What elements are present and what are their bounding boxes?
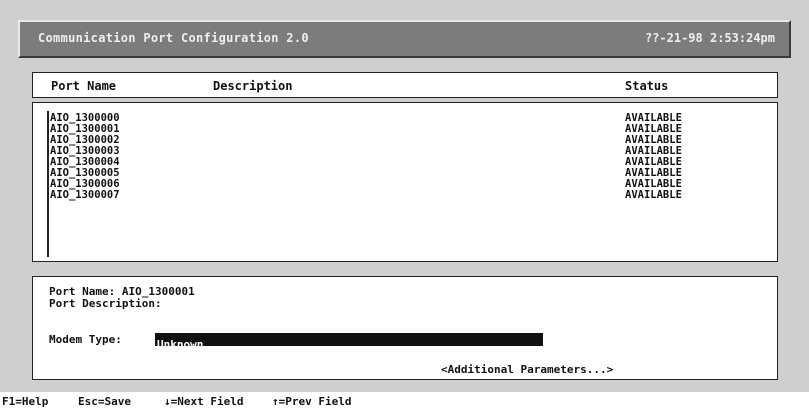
datetime-display: ??-21-98 2:53:24pm [644,31,775,45]
title-bar: Communication Port Configuration 2.0 ??-… [18,20,791,58]
port-description-field[interactable]: Port Description: [49,297,162,310]
port-list[interactable]: AIO_1300000 AVAILABLE AIO_1300001 AVAILABLE… [32,102,778,262]
esc-save-key[interactable]: Esc=Save [78,395,131,408]
additional-parameters-button[interactable]: <Additional Parameters...> [441,363,613,376]
table-row[interactable]: AIO_1300007 AVAILABLE [33,190,777,201]
modem-type-label: Modem Type: [49,333,122,346]
app-title: Communication Port Configuration 2.0 [38,31,309,45]
port-detail-form: Port Name: AIO_1300001 Port Description:… [32,276,778,380]
prev-field-key[interactable]: ↑=Prev Field [272,395,351,408]
port-name-cell: AIO_1300007 [50,189,120,201]
port-list-header: Port Name Description Status [32,72,778,98]
modem-type-input[interactable]: Unknown [155,333,543,351]
port-status-cell: AVAILABLE [625,189,682,201]
function-key-bar: F1=Help Esc=Save ↓=Next Field ↑=Prev Fie… [0,394,809,410]
column-header-status: Status [625,79,669,93]
f1-help-key[interactable]: F1=Help [2,395,48,408]
next-field-key[interactable]: ↓=Next Field [164,395,243,408]
column-header-description: Description [213,79,293,93]
modem-type-value: Unknown [157,338,204,351]
column-header-port-name: Port Name [51,79,117,93]
